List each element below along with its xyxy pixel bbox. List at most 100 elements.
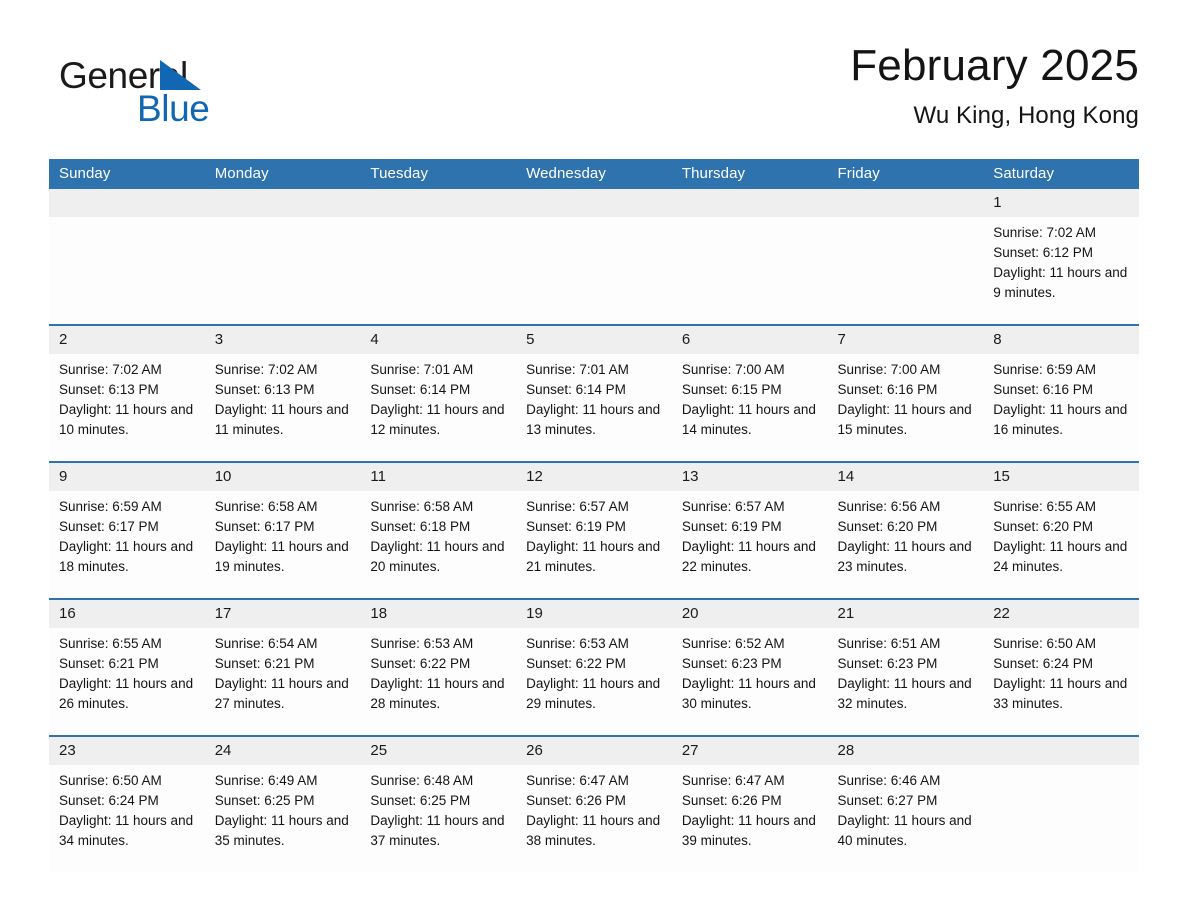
weekday-header-saturday: Saturday xyxy=(983,159,1139,189)
sunset-text: Sunset: 6:15 PM xyxy=(681,382,782,397)
day-number: 10 xyxy=(204,463,361,491)
day-details: Sunrise: 6:56 AM Sunset: 6:20 PM Daylight:… xyxy=(828,491,984,577)
day-number: 28 xyxy=(827,737,984,765)
calendar-day-cell[interactable]: 16 Sunrise: 6:55 AM Sunset: 6:21 PM Dayligh… xyxy=(49,598,205,736)
calendar-day-cell[interactable]: 5 Sunrise: 7:01 AM Sunset: 6:14 PM Daylight… xyxy=(516,324,672,462)
day-number: 5 xyxy=(516,326,672,354)
day-number: 12 xyxy=(516,463,672,491)
sunrise-text: Sunrise: 6:57 AM xyxy=(526,499,629,514)
day-details: Sunrise: 6:51 AM Sunset: 6:23 PM Daylight:… xyxy=(828,628,984,714)
weekday-header-friday: Friday xyxy=(827,159,984,189)
sunset-text: Sunset: 6:27 PM xyxy=(837,793,938,808)
calendar-day-cell[interactable]: 25 Sunrise: 6:48 AM Sunset: 6:25 PM Dayligh… xyxy=(360,735,517,872)
day-number: 24 xyxy=(204,737,361,765)
calendar-day-cell[interactable]: 8 Sunrise: 6:59 AM Sunset: 6:16 PM Daylight… xyxy=(983,324,1139,462)
logo-text-blue: Blue xyxy=(137,88,210,129)
sunrise-text: Sunrise: 7:02 AM xyxy=(59,362,162,377)
sunrise-text: Sunrise: 6:55 AM xyxy=(993,499,1097,514)
day-number xyxy=(360,189,517,217)
day-number: 2 xyxy=(49,326,205,354)
daylight-text: Daylight: 11 hours and 37 minutes. xyxy=(370,813,505,848)
sunrise-text: Sunrise: 6:58 AM xyxy=(370,499,474,514)
calendar-table: Sunday Monday Tuesday Wednesday Thursday… xyxy=(49,159,1139,872)
day-number: 16 xyxy=(49,600,205,628)
sunrise-text: Sunrise: 6:56 AM xyxy=(837,499,941,514)
calendar-day-cell[interactable]: 20 Sunrise: 6:52 AM Sunset: 6:23 PM Dayligh… xyxy=(671,598,828,736)
day-details: Sunrise: 6:46 AM Sunset: 6:27 PM Daylight:… xyxy=(828,765,984,851)
day-number: 25 xyxy=(360,737,517,765)
calendar-day-cell[interactable]: 2 Sunrise: 7:02 AM Sunset: 6:13 PM Daylight… xyxy=(49,324,205,462)
day-details: Sunrise: 6:53 AM Sunset: 6:22 PM Daylight:… xyxy=(360,628,516,714)
calendar-day-cell[interactable]: 6 Sunrise: 7:00 AM Sunset: 6:15 PM Daylight… xyxy=(671,324,828,462)
calendar-day-cell[interactable]: 14 Sunrise: 6:56 AM Sunset: 6:20 PM Dayligh… xyxy=(827,461,984,599)
daylight-text: Daylight: 11 hours and 18 minutes. xyxy=(59,539,194,574)
day-number: 11 xyxy=(360,463,517,491)
day-details: Sunrise: 7:00 AM Sunset: 6:15 PM Daylight:… xyxy=(672,354,828,440)
day-number xyxy=(671,189,828,217)
sunrise-text: Sunrise: 7:00 AM xyxy=(837,362,941,377)
daylight-text: Daylight: 11 hours and 23 minutes. xyxy=(837,539,972,574)
sunrise-text: Sunrise: 7:02 AM xyxy=(214,362,318,377)
calendar-week-row: 1 Sunrise: 7:02 AM Sunset: 6:12 PM Daylight… xyxy=(49,189,1139,325)
sunset-text: Sunset: 6:16 PM xyxy=(993,382,1094,397)
sunset-text: Sunset: 6:16 PM xyxy=(837,382,938,397)
calendar-week-row: 23 Sunrise: 6:50 AM Sunset: 6:24 PM Dayligh… xyxy=(49,735,1139,872)
calendar-day-cell[interactable]: 17 Sunrise: 6:54 AM Sunset: 6:21 PM Dayligh… xyxy=(204,598,361,736)
sunset-text: Sunset: 6:24 PM xyxy=(59,793,159,808)
calendar-day-cell[interactable]: 18 Sunrise: 6:53 AM Sunset: 6:22 PM Dayligh… xyxy=(360,598,517,736)
day-details: Sunrise: 6:57 AM Sunset: 6:19 PM Daylight:… xyxy=(516,491,672,577)
daylight-text: Daylight: 11 hours and 15 minutes. xyxy=(837,402,972,437)
calendar-day-cell[interactable]: 27 Sunrise: 6:47 AM Sunset: 6:26 PM Dayligh… xyxy=(671,735,828,872)
day-number: 27 xyxy=(671,737,828,765)
calendar-day-cell[interactable]: 3 Sunrise: 7:02 AM Sunset: 6:13 PM Daylight… xyxy=(204,324,361,462)
page-header: General Blue February 2025 Wu King, Hong… xyxy=(49,38,1139,148)
calendar-day-cell[interactable]: 10 Sunrise: 6:58 AM Sunset: 6:17 PM Dayligh… xyxy=(204,461,361,599)
day-number xyxy=(827,189,984,217)
sunrise-text: Sunrise: 6:53 AM xyxy=(526,636,629,651)
day-details: Sunrise: 7:02 AM Sunset: 6:13 PM Daylight:… xyxy=(205,354,361,440)
calendar-day-cell[interactable]: 23 Sunrise: 6:50 AM Sunset: 6:24 PM Dayligh… xyxy=(49,735,205,872)
weekday-header-row: Sunday Monday Tuesday Wednesday Thursday… xyxy=(49,159,1139,189)
calendar-day-cell[interactable]: 26 Sunrise: 6:47 AM Sunset: 6:26 PM Dayligh… xyxy=(516,735,672,872)
calendar-day-cell[interactable]: 1 Sunrise: 7:02 AM Sunset: 6:12 PM Daylight… xyxy=(983,189,1139,325)
calendar-day-cell[interactable]: 9 Sunrise: 6:59 AM Sunset: 6:17 PM Daylight… xyxy=(49,461,205,599)
daylight-text: Daylight: 11 hours and 35 minutes. xyxy=(214,813,349,848)
calendar-day-cell[interactable]: 28 Sunrise: 6:46 AM Sunset: 6:27 PM Dayligh… xyxy=(827,735,984,872)
day-number: 18 xyxy=(360,600,517,628)
general-blue-logo[interactable]: General Blue xyxy=(59,54,249,130)
calendar-day-cell[interactable]: 13 Sunrise: 6:57 AM Sunset: 6:19 PM Dayligh… xyxy=(671,461,828,599)
sunset-text: Sunset: 6:14 PM xyxy=(526,382,626,397)
calendar-day-cell[interactable]: 22 Sunrise: 6:50 AM Sunset: 6:24 PM Dayligh… xyxy=(983,598,1139,736)
calendar-week-row: 9 Sunrise: 6:59 AM Sunset: 6:17 PM Daylight… xyxy=(49,461,1139,599)
calendar-page: General Blue February 2025 Wu King, Hong… xyxy=(0,0,1188,918)
calendar-body: 1 Sunrise: 7:02 AM Sunset: 6:12 PM Daylight… xyxy=(49,189,1139,872)
calendar-cell-empty xyxy=(204,189,361,325)
day-details: Sunrise: 6:50 AM Sunset: 6:24 PM Daylight:… xyxy=(49,765,205,851)
daylight-text: Daylight: 11 hours and 12 minutes. xyxy=(370,402,505,437)
calendar-day-cell[interactable]: 4 Sunrise: 7:01 AM Sunset: 6:14 PM Daylight… xyxy=(360,324,517,462)
calendar-day-cell[interactable]: 11 Sunrise: 6:58 AM Sunset: 6:18 PM Dayligh… xyxy=(360,461,517,599)
calendar-day-cell[interactable]: 21 Sunrise: 6:51 AM Sunset: 6:23 PM Dayligh… xyxy=(827,598,984,736)
day-details: Sunrise: 7:01 AM Sunset: 6:14 PM Daylight:… xyxy=(516,354,672,440)
sunrise-text: Sunrise: 6:55 AM xyxy=(59,636,162,651)
sunset-text: Sunset: 6:22 PM xyxy=(370,656,471,671)
sunrise-text: Sunrise: 6:59 AM xyxy=(993,362,1097,377)
calendar-day-cell[interactable]: 19 Sunrise: 6:53 AM Sunset: 6:22 PM Dayligh… xyxy=(516,598,672,736)
calendar-day-cell[interactable]: 15 Sunrise: 6:55 AM Sunset: 6:20 PM Dayligh… xyxy=(983,461,1139,599)
day-number: 8 xyxy=(983,326,1139,354)
daylight-text: Daylight: 11 hours and 40 minutes. xyxy=(837,813,972,848)
day-number: 15 xyxy=(983,463,1139,491)
sunset-text: Sunset: 6:20 PM xyxy=(837,519,938,534)
calendar-day-cell[interactable]: 7 Sunrise: 7:00 AM Sunset: 6:16 PM Daylight… xyxy=(827,324,984,462)
day-details: Sunrise: 7:01 AM Sunset: 6:14 PM Daylight:… xyxy=(360,354,516,440)
weekday-header-monday: Monday xyxy=(204,159,361,189)
calendar-day-cell[interactable]: 12 Sunrise: 6:57 AM Sunset: 6:19 PM Dayligh… xyxy=(516,461,672,599)
sunrise-text: Sunrise: 6:47 AM xyxy=(681,773,785,788)
day-details: Sunrise: 6:55 AM Sunset: 6:21 PM Daylight:… xyxy=(49,628,205,714)
day-number xyxy=(516,189,672,217)
triangle-icon xyxy=(160,60,201,90)
day-details: Sunrise: 6:54 AM Sunset: 6:21 PM Daylight:… xyxy=(205,628,361,714)
daylight-text: Daylight: 11 hours and 34 minutes. xyxy=(59,813,194,848)
calendar-day-cell[interactable]: 24 Sunrise: 6:49 AM Sunset: 6:25 PM Dayligh… xyxy=(204,735,361,872)
calendar-cell-empty xyxy=(360,189,517,325)
